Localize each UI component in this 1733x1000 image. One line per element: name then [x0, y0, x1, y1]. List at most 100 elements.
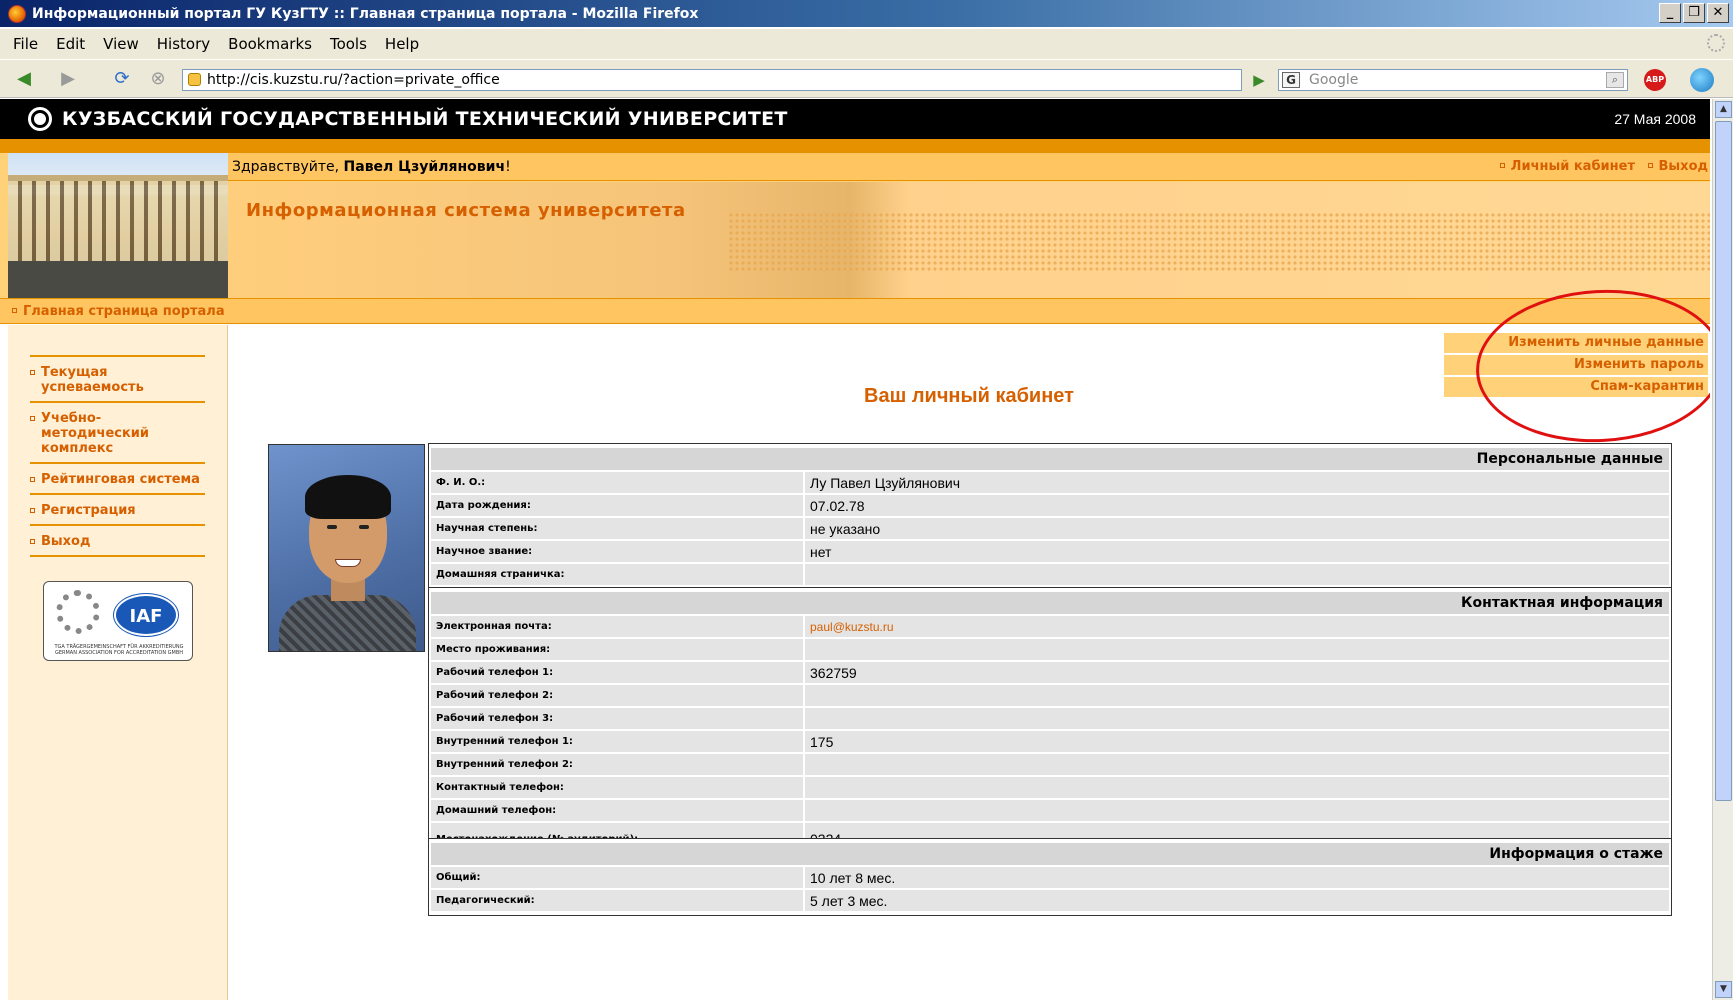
- field-label: Рабочий телефон 2:: [431, 685, 803, 706]
- edit-profile-link[interactable]: Изменить личные данные: [1444, 333, 1708, 353]
- search-input[interactable]: G Google ⌕: [1278, 69, 1628, 91]
- window-titlebar: Информационный портал ГУ КузГТУ :: Главн…: [0, 0, 1733, 27]
- table-row: Место проживания:: [431, 639, 1669, 660]
- reload-icon[interactable]: ⟳: [110, 68, 134, 90]
- window-title: Информационный портал ГУ КузГТУ :: Главн…: [32, 5, 699, 22]
- sidebar-item-label: Регистрация: [41, 503, 136, 518]
- sidebar-item-rating[interactable]: Рейтинговая система: [30, 462, 205, 493]
- forward-icon[interactable]: ▶: [56, 68, 80, 90]
- menu-edit[interactable]: Edit: [56, 35, 85, 53]
- field-value: [803, 777, 1669, 798]
- personal-office-link[interactable]: Личный кабинет: [1511, 159, 1635, 174]
- badge-fine-print: TGA TRÄGERGEMEINSCHAFT FÜR AKKREDITIERUN…: [54, 644, 184, 656]
- menu-tools[interactable]: Tools: [330, 35, 367, 53]
- scroll-down-icon[interactable]: ▼: [1715, 981, 1732, 998]
- field-value: [803, 708, 1669, 729]
- field-value: не указано: [803, 518, 1669, 539]
- window-controls: _ ❐ ✕: [1659, 3, 1729, 23]
- table-row: Контактный телефон:: [431, 777, 1669, 798]
- search-placeholder: Google: [1309, 72, 1359, 88]
- page-title: Ваш личный кабинет: [864, 385, 1074, 407]
- field-value[interactable]: [803, 564, 1669, 585]
- experience-table: Информация о стаже Общий: 10 лет 8 мес. П…: [428, 838, 1672, 916]
- table-row: Дата рождения: 07.02.78: [431, 495, 1669, 516]
- email-link[interactable]: paul@kuzstu.ru: [803, 616, 1669, 637]
- contact-info-table: Контактная информация Электронная почта:…: [428, 587, 1672, 860]
- table-row: Домашняя страничка:: [431, 564, 1669, 585]
- greeting-bar: Здравствуйте, Павел Цзуйлянович! Личный …: [228, 153, 1710, 181]
- user-name: Павел Цзуйлянович: [343, 159, 506, 175]
- logout-link[interactable]: Выход: [1659, 159, 1708, 174]
- field-value: [803, 800, 1669, 821]
- iaf-logo: IAF: [114, 594, 178, 636]
- field-label: Электронная почта:: [431, 616, 803, 637]
- sidebar-menu: Текущая успеваемость Учебно-методический…: [30, 355, 205, 557]
- back-icon[interactable]: ◀: [12, 68, 36, 90]
- table-row: Научная степень: не указано: [431, 518, 1669, 539]
- menu-file[interactable]: File: [13, 35, 38, 53]
- close-button[interactable]: ✕: [1707, 3, 1729, 23]
- menu-bookmarks[interactable]: Bookmarks: [228, 35, 312, 53]
- field-label: Рабочий телефон 1:: [431, 662, 803, 683]
- change-password-link[interactable]: Изменить пароль: [1444, 355, 1708, 375]
- banner: Здравствуйте, Павел Цзуйлянович! Личный …: [0, 153, 1710, 298]
- campus-photo: [8, 153, 228, 298]
- field-value: 10 лет 8 мес.: [803, 867, 1669, 888]
- current-date: 27 Мая 2008: [1614, 111, 1696, 127]
- page-scrollbar[interactable]: ▲ ▼: [1712, 99, 1733, 1000]
- bullet-icon: [30, 477, 35, 482]
- breadcrumb-home-link[interactable]: Главная страница портала: [23, 304, 225, 319]
- field-label: Научное звание:: [431, 541, 803, 562]
- section-header: Информация о стаже: [431, 843, 1669, 865]
- sidebar-item-teaching-complex[interactable]: Учебно-методический комплекс: [30, 401, 205, 462]
- breadcrumb: Главная страница портала: [0, 298, 1710, 324]
- field-value: [803, 685, 1669, 706]
- field-value: 5 лет 3 мес.: [803, 890, 1669, 911]
- scroll-thumb[interactable]: [1715, 121, 1732, 801]
- adblock-icon[interactable]: ABP: [1644, 69, 1666, 91]
- field-value: [803, 639, 1669, 660]
- table-row: Электронная почта: paul@kuzstu.ru: [431, 616, 1669, 637]
- stop-icon[interactable]: ⊗: [146, 68, 170, 90]
- bullet-icon: [30, 539, 35, 544]
- firefox-icon: [8, 4, 26, 23]
- field-value: 362759: [803, 662, 1669, 683]
- restore-button[interactable]: ❐: [1683, 3, 1705, 23]
- table-row: Рабочий телефон 1: 362759: [431, 662, 1669, 683]
- google-icon[interactable]: G: [1282, 72, 1300, 88]
- section-header: Персональные данные: [431, 448, 1669, 470]
- bullet-icon: [30, 416, 35, 421]
- field-label: Внутренний телефон 2:: [431, 754, 803, 775]
- field-label: Внутренний телефон 1:: [431, 731, 803, 752]
- go-icon[interactable]: ▶: [1248, 70, 1270, 90]
- menu-view[interactable]: View: [103, 35, 139, 53]
- table-row: Внутренний телефон 2:: [431, 754, 1669, 775]
- address-bar[interactable]: http://cis.kuzstu.ru/?action=private_off…: [182, 69, 1242, 91]
- banner-art: Информационная система университета: [228, 182, 1710, 298]
- field-value: Лу Павел Цзуйлянович: [803, 472, 1669, 493]
- table-row: Домашний телефон:: [431, 800, 1669, 821]
- table-row: Научное звание: нет: [431, 541, 1669, 562]
- greeting-suffix: !: [505, 159, 511, 175]
- extension-icon[interactable]: [1690, 68, 1714, 92]
- sidebar-item-logout[interactable]: Выход: [30, 524, 205, 555]
- page-viewport: КУЗБАССКИЙ ГОСУДАРСТВЕННЫЙ ТЕХНИЧЕСКИЙ У…: [0, 99, 1710, 1000]
- bullet-icon: [30, 370, 35, 375]
- field-label: Дата рождения:: [431, 495, 803, 516]
- field-label: Педагогический:: [431, 890, 803, 911]
- user-photo: [268, 444, 425, 652]
- search-icon[interactable]: ⌕: [1606, 72, 1624, 88]
- minimize-button[interactable]: _: [1659, 3, 1681, 23]
- menu-help[interactable]: Help: [385, 35, 419, 53]
- bullet-icon: [30, 508, 35, 513]
- address-url: http://cis.kuzstu.ru/?action=private_off…: [207, 72, 500, 88]
- accreditation-badge[interactable]: IAF TGA TRÄGERGEMEINSCHAFT FÜR AKKREDITI…: [43, 581, 193, 661]
- menu-history[interactable]: History: [157, 35, 210, 53]
- sidebar-item-progress[interactable]: Текущая успеваемость: [30, 355, 205, 401]
- field-value: 07.02.78: [803, 495, 1669, 516]
- scroll-up-icon[interactable]: ▲: [1715, 101, 1732, 118]
- university-logo-icon: [28, 107, 52, 131]
- sidebar-item-registration[interactable]: Регистрация: [30, 493, 205, 524]
- greeting-prefix: Здравствуйте,: [232, 159, 344, 175]
- table-row: Рабочий телефон 3:: [431, 708, 1669, 729]
